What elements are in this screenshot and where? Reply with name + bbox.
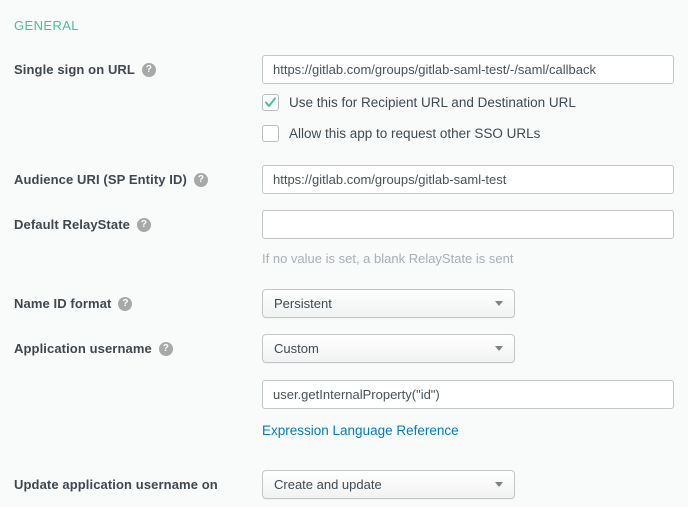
section-title: GENERAL xyxy=(14,18,674,33)
update-application-username-on-selected-value: Create and update xyxy=(274,477,382,492)
saml-settings-general-section: GENERAL Single sign on URL ? Use this fo… xyxy=(0,0,688,499)
relaystate-helper-text: If no value is set, a blank RelayState i… xyxy=(262,251,674,266)
chevron-down-icon xyxy=(495,482,503,487)
update-application-username-on-label: Update application username on xyxy=(14,477,218,492)
update-application-username-on-select[interactable]: Create and update xyxy=(262,470,515,499)
field-row-update-application-username-on: Update application username on Create an… xyxy=(14,470,674,499)
recipient-destination-checkbox-row[interactable]: Use this for Recipient URL and Destinati… xyxy=(262,94,674,111)
field-row-application-username: Application username ? Custom xyxy=(14,334,674,363)
custom-expression-input[interactable] xyxy=(262,380,674,409)
expression-language-reference-link[interactable]: Expression Language Reference xyxy=(262,423,459,438)
audience-uri-input[interactable] xyxy=(262,165,674,194)
help-icon[interactable]: ? xyxy=(194,173,208,187)
name-id-format-selected-value: Persistent xyxy=(274,296,332,311)
field-row-single-sign-on-url: Single sign on URL ? Use this for Recipi… xyxy=(14,55,674,142)
help-icon[interactable]: ? xyxy=(137,218,151,232)
chevron-down-icon xyxy=(495,301,503,306)
field-row-default-relaystate: Default RelayState ? If no value is set,… xyxy=(14,210,674,266)
check-icon xyxy=(264,96,277,109)
chevron-down-icon xyxy=(495,346,503,351)
field-row-expression-link: Expression Language Reference xyxy=(14,422,674,440)
application-username-select[interactable]: Custom xyxy=(262,334,515,363)
name-id-format-label: Name ID format xyxy=(14,296,111,311)
help-icon[interactable]: ? xyxy=(118,297,132,311)
help-icon[interactable]: ? xyxy=(159,342,173,356)
single-sign-on-url-label: Single sign on URL xyxy=(14,62,135,77)
field-row-name-id-format: Name ID format ? Persistent xyxy=(14,289,674,318)
recipient-destination-checkbox[interactable] xyxy=(262,94,279,111)
application-username-selected-value: Custom xyxy=(274,341,319,356)
field-row-audience-uri: Audience URI (SP Entity ID) ? xyxy=(14,165,674,194)
other-sso-urls-checkbox-row[interactable]: Allow this app to request other SSO URLs xyxy=(262,125,674,142)
field-row-custom-expression xyxy=(14,380,674,409)
default-relaystate-input[interactable] xyxy=(262,210,674,239)
recipient-destination-checkbox-label: Use this for Recipient URL and Destinati… xyxy=(289,95,576,110)
default-relaystate-label: Default RelayState xyxy=(14,217,130,232)
application-username-label: Application username xyxy=(14,341,152,356)
other-sso-urls-checkbox-label: Allow this app to request other SSO URLs xyxy=(289,126,540,141)
single-sign-on-url-input[interactable] xyxy=(262,55,674,84)
other-sso-urls-checkbox[interactable] xyxy=(262,125,279,142)
help-icon[interactable]: ? xyxy=(142,63,156,77)
name-id-format-select[interactable]: Persistent xyxy=(262,289,515,318)
audience-uri-label: Audience URI (SP Entity ID) xyxy=(14,172,187,187)
